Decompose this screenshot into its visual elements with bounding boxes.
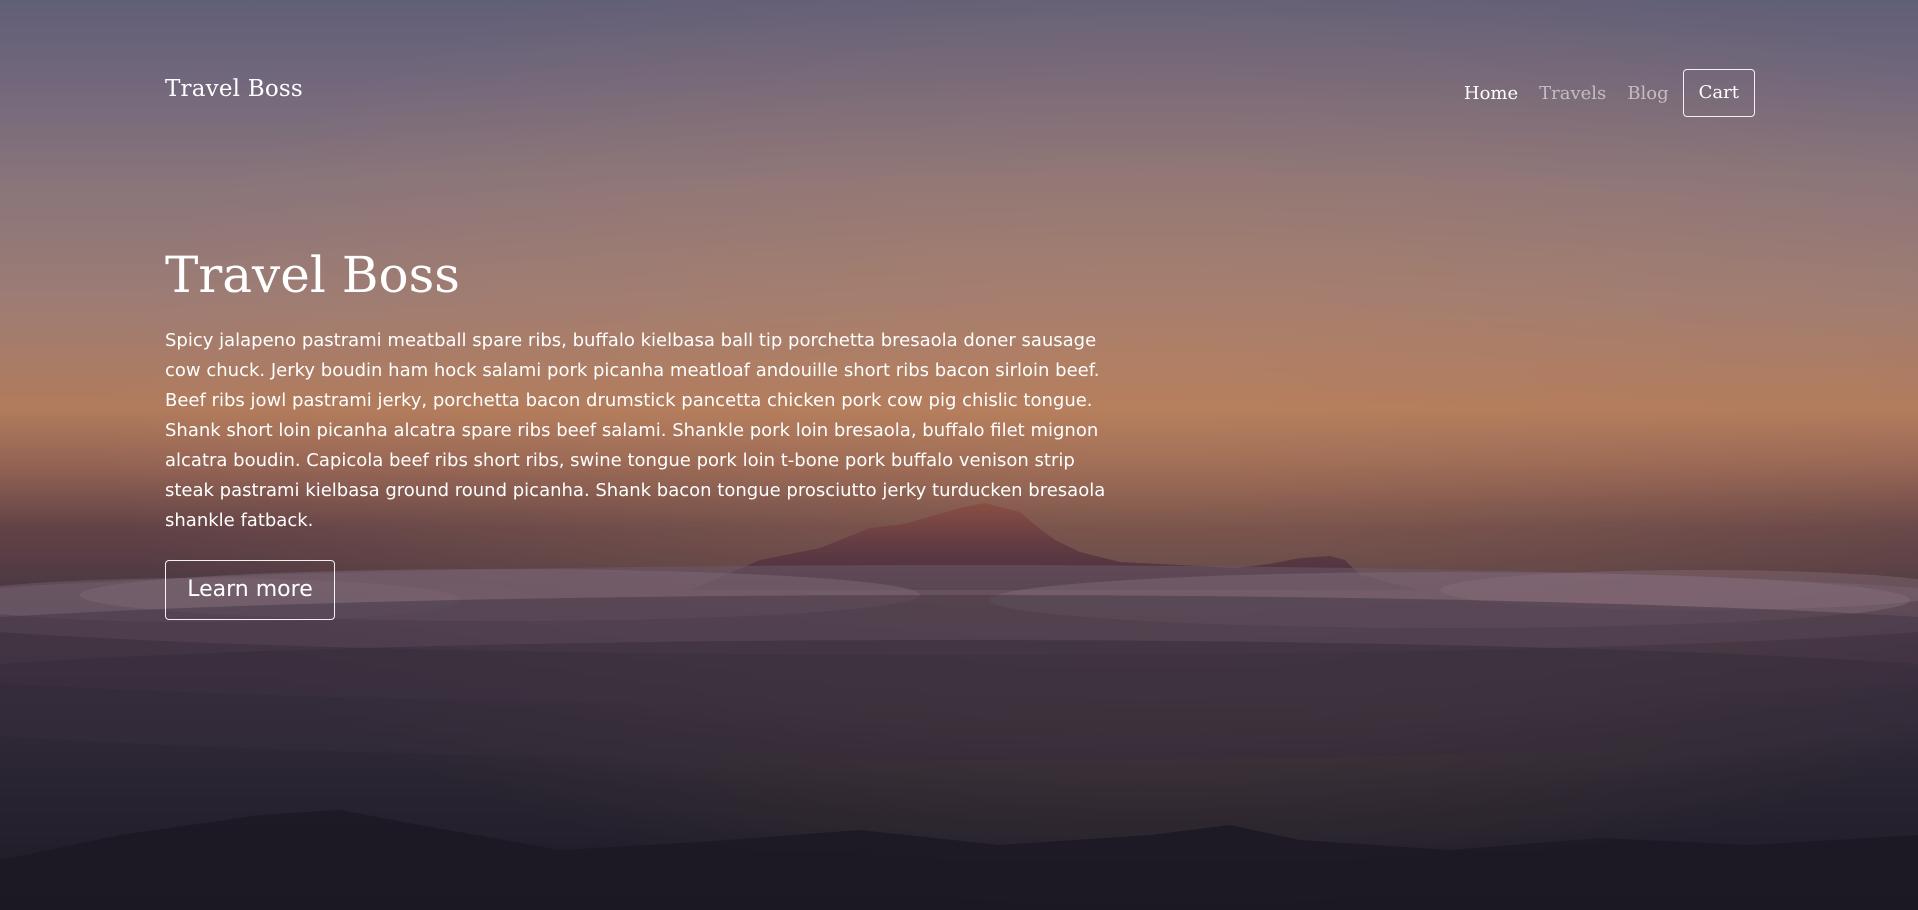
nav-home-link[interactable]: Home [1464,83,1518,104]
hero-title: Travel Boss [165,246,460,304]
cart-button[interactable]: Cart [1682,69,1755,117]
site-logo[interactable]: Travel Boss [165,76,303,102]
learn-more-button[interactable]: Learn more [165,560,335,620]
nav-blog-link[interactable]: Blog [1627,83,1668,104]
main-navigation: Home Travels Blog Cart [1443,69,1755,117]
hero-content: Travel Boss Spicy jalapeno pastrami meat… [165,242,1125,620]
hero-description: Spicy jalapeno pastrami meatball spare r… [165,330,1106,531]
nav-travels-link[interactable]: Travels [1539,83,1606,104]
